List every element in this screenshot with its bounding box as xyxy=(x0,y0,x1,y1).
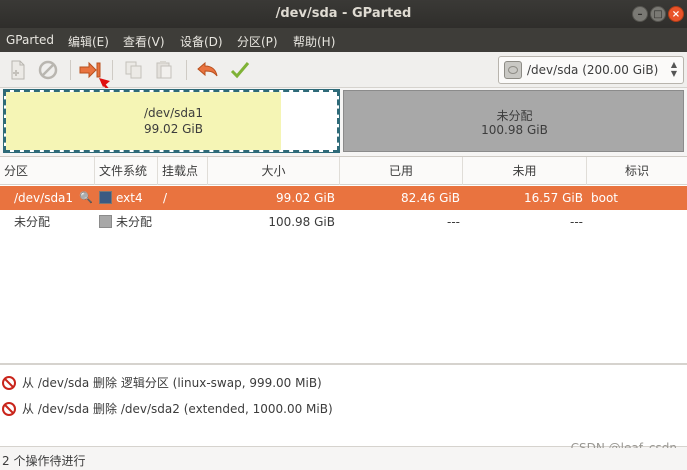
menu-bar: GParted 编辑(E) 查看(V) 设备(D) 分区(P) 帮助(H) xyxy=(0,28,687,52)
table-row[interactable]: 未分配 未分配 100.98 GiB --- --- xyxy=(0,210,687,234)
paste-icon xyxy=(156,61,172,79)
delete-operation-icon xyxy=(2,376,16,390)
copy-icon xyxy=(125,61,142,79)
cell-filesystem: ext4 xyxy=(99,186,143,210)
toolbar-separator xyxy=(70,60,71,80)
partition-used-fill xyxy=(6,92,281,150)
cell-size: 100.98 GiB xyxy=(268,215,335,229)
minimize-icon: – xyxy=(637,9,643,20)
apply-icon xyxy=(230,62,250,79)
cell-filesystem: 未分配 xyxy=(99,210,152,234)
minimize-button[interactable]: – xyxy=(632,6,648,22)
column-header-partition[interactable]: 分区 xyxy=(0,157,95,185)
cell-filesystem-label: 未分配 xyxy=(116,215,153,229)
pending-operations-list: 从 /dev/sda 删除 逻辑分区 (linux-swap, 999.00 M… xyxy=(0,363,687,447)
operation-text: 从 /dev/sda 删除 逻辑分区 (linux-swap, 999.00 M… xyxy=(22,376,322,390)
new-partition-icon xyxy=(11,60,25,80)
close-button[interactable]: × xyxy=(668,6,684,22)
status-bar: 2 个操作待进行 xyxy=(0,448,687,470)
table-row[interactable]: /dev/sda1 🔍 ext4 / 99.02 GiB 82.46 GiB 1… xyxy=(0,186,687,210)
cell-partition: 未分配 xyxy=(14,215,51,229)
filesystem-color-swatch xyxy=(99,191,112,204)
disk-icon xyxy=(504,61,522,79)
partition-block-sda1[interactable]: /dev/sda1 99.02 GiB xyxy=(3,89,340,153)
spinner-arrows-icon: ▲ ▼ xyxy=(670,60,677,78)
partition-block-size: 100.98 GiB xyxy=(481,123,548,137)
cell-used: --- xyxy=(447,215,460,229)
maximize-icon: □ xyxy=(653,9,663,20)
delete-button[interactable] xyxy=(36,58,60,82)
filesystem-color-swatch xyxy=(99,215,112,228)
cell-used: 82.46 GiB xyxy=(400,191,460,205)
device-selector[interactable]: /dev/sda (200.00 GiB) ▲ ▼ xyxy=(498,56,684,84)
toolbar-separator xyxy=(186,60,187,80)
undo-icon xyxy=(197,61,218,77)
menu-gparted[interactable]: GParted xyxy=(6,33,54,47)
undo-button[interactable] xyxy=(196,58,220,82)
cell-size: 99.02 GiB xyxy=(275,191,335,205)
menu-device[interactable]: 设备(D) xyxy=(180,33,223,50)
copy-button[interactable] xyxy=(122,58,146,82)
key-icon: 🔍 xyxy=(79,191,93,204)
partition-block-unallocated[interactable]: 未分配 100.98 GiB xyxy=(343,90,684,152)
disk-map: /dev/sda1 99.02 GiB 未分配 100.98 GiB xyxy=(0,88,687,156)
window-title: /dev/sda - GParted xyxy=(275,6,412,21)
apply-button[interactable] xyxy=(228,58,252,82)
maximize-button[interactable]: □ xyxy=(650,6,666,22)
table-header: 分区 文件系统 挂载点 大小 已用 未用 标识 xyxy=(0,157,687,185)
partition-block-size: 99.02 GiB xyxy=(143,122,204,136)
operation-text: 从 /dev/sda 删除 /dev/sda2 (extended, 1000.… xyxy=(22,402,333,416)
cell-filesystem-label: ext4 xyxy=(116,191,143,205)
cell-flags: boot xyxy=(591,191,619,205)
list-item[interactable]: 从 /dev/sda 删除 逻辑分区 (linux-swap, 999.00 M… xyxy=(2,373,322,393)
menu-help[interactable]: 帮助(H) xyxy=(293,33,335,50)
menu-partition[interactable]: 分区(P) xyxy=(237,33,278,50)
close-icon: × xyxy=(671,9,681,20)
cell-unused: 16.57 GiB xyxy=(523,191,583,205)
menu-edit[interactable]: 编辑(E) xyxy=(68,33,109,50)
new-partition-button[interactable] xyxy=(6,58,30,82)
partition-block-name: /dev/sda1 xyxy=(143,106,204,120)
cell-unused: --- xyxy=(570,215,583,229)
title-bar: /dev/sda - GParted – □ × xyxy=(0,0,687,28)
column-header-used[interactable]: 已用 xyxy=(340,157,463,185)
menu-view[interactable]: 查看(V) xyxy=(123,33,165,50)
cell-partition: /dev/sda1 xyxy=(14,191,74,205)
column-header-filesystem[interactable]: 文件系统 xyxy=(95,157,158,185)
partition-block-name: 未分配 xyxy=(496,109,533,123)
list-item[interactable]: 从 /dev/sda 删除 /dev/sda2 (extended, 1000.… xyxy=(2,399,333,419)
column-header-unused[interactable]: 未用 xyxy=(463,157,587,185)
column-header-size[interactable]: 大小 xyxy=(208,157,340,185)
delete-operation-icon xyxy=(2,402,16,416)
status-text: 2 个操作待进行 xyxy=(2,454,86,468)
column-header-mountpoint[interactable]: 挂载点 xyxy=(158,157,208,185)
column-header-flags[interactable]: 标识 xyxy=(587,157,687,185)
cell-mountpoint: / xyxy=(163,191,168,205)
partition-table: 分区 文件系统 挂载点 大小 已用 未用 标识 /dev/sda1 🔍 ext4… xyxy=(0,156,687,363)
delete-icon xyxy=(38,60,58,80)
device-label: /dev/sda (200.00 GiB) xyxy=(527,63,659,77)
paste-button[interactable] xyxy=(152,58,176,82)
